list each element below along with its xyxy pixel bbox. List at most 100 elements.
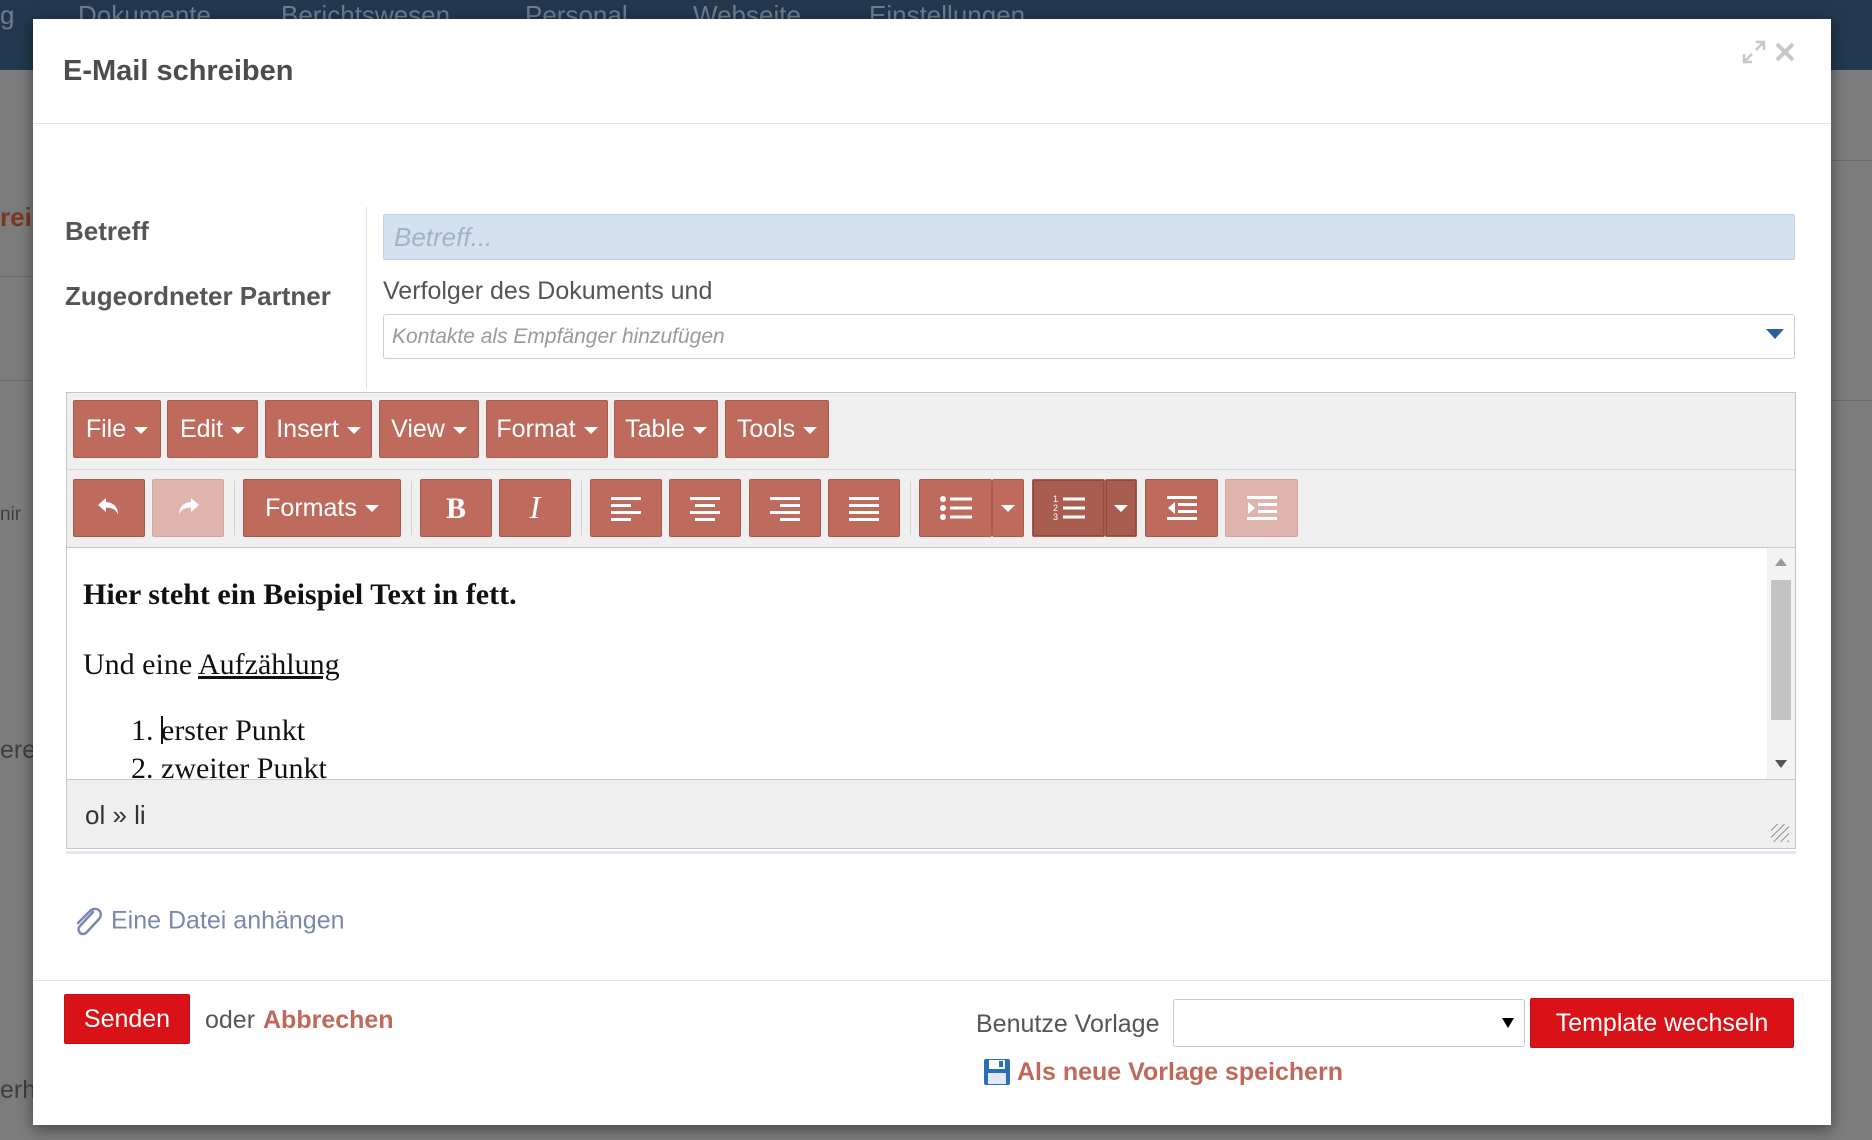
editor-statusbar: ol » li	[67, 779, 1795, 848]
email-compose-modal: E-Mail schreiben Betreff Zugeordneter Pa…	[33, 19, 1831, 1125]
partner-label: Zugeordneter Partner	[65, 281, 331, 311]
menu-format-label: Format	[496, 415, 576, 443]
attach-file-link[interactable]: Eine Datei anhängen	[71, 904, 345, 940]
expand-icon[interactable]	[1741, 39, 1767, 72]
toolbar-separator	[581, 481, 582, 535]
svg-text:3: 3	[1053, 512, 1058, 522]
content-text: Und eine	[83, 648, 198, 681]
undo-button[interactable]	[73, 479, 145, 537]
bg-divider	[1831, 400, 1872, 401]
resize-handle-icon[interactable]	[1771, 824, 1789, 842]
bg-text: nir	[0, 504, 22, 525]
toolbar-separator	[910, 481, 911, 535]
scroll-up-icon[interactable]	[1775, 558, 1787, 566]
bg-divider	[0, 380, 33, 381]
scrollbar-thumb[interactable]	[1771, 580, 1791, 720]
caret-down-icon	[364, 504, 379, 512]
modal-header: E-Mail schreiben	[33, 19, 1831, 124]
menu-insert[interactable]: Insert	[265, 400, 372, 458]
bg-text: erh	[0, 1076, 37, 1104]
close-icon[interactable]	[1773, 39, 1797, 72]
align-center-icon	[690, 497, 720, 521]
align-right-button[interactable]	[749, 479, 821, 537]
menu-view[interactable]: View	[379, 400, 479, 458]
menu-edit-label: Edit	[179, 415, 224, 443]
toolbar-separator	[234, 481, 235, 535]
or-text: oder	[205, 1006, 256, 1034]
editor-scrollbar[interactable]	[1767, 548, 1795, 780]
chevron-down-icon	[1766, 329, 1784, 339]
list-item: 1. erster Punkt	[131, 714, 305, 748]
rich-text-editor: File Edit Insert View Format Table Tools…	[66, 392, 1796, 849]
subject-input[interactable]	[383, 214, 1795, 260]
template-label: Benutze Vorlage	[976, 1010, 1160, 1038]
align-center-button[interactable]	[669, 479, 741, 537]
bullet-list-button[interactable]	[919, 479, 992, 537]
indent-button[interactable]	[1225, 479, 1298, 537]
list-number: 2.	[131, 752, 154, 780]
align-justify-button[interactable]	[828, 479, 900, 537]
menu-file[interactable]: File	[73, 400, 161, 458]
floppy-disk-icon	[984, 1059, 1010, 1085]
nav-item-partial: g	[0, 0, 15, 30]
menu-insert-label: Insert	[276, 415, 339, 443]
menu-view-label: View	[391, 415, 445, 443]
outdent-button[interactable]	[1145, 479, 1218, 537]
italic-icon: I	[529, 493, 542, 523]
dropdown-arrow-icon	[1502, 1018, 1514, 1028]
menu-tools[interactable]: Tools	[725, 400, 829, 458]
element-path[interactable]: ol » li	[85, 800, 146, 831]
align-right-icon	[770, 497, 800, 521]
content-paragraph: Und eine Aufzählung	[83, 648, 340, 682]
menu-table-label: Table	[625, 415, 685, 443]
caret-down-icon	[803, 426, 818, 434]
formats-dropdown[interactable]: Formats	[243, 479, 401, 537]
menu-tools-label: Tools	[736, 415, 796, 443]
editor-bottom-border	[66, 851, 1796, 854]
subject-label: Betreff	[65, 216, 149, 246]
editor-toolbar: Formats B I 1 2 3	[67, 469, 1795, 547]
cancel-link[interactable]: Abbrechen	[263, 1006, 394, 1035]
align-left-button[interactable]	[590, 479, 662, 537]
contacts-select[interactable]: Kontakte als Empfänger hinzufügen	[383, 314, 1795, 359]
menu-table[interactable]: Table	[614, 400, 718, 458]
bullet-list-options-button[interactable]	[992, 479, 1024, 537]
align-justify-icon	[849, 497, 879, 521]
numbered-list-icon: 123	[1053, 494, 1085, 522]
scroll-down-icon[interactable]	[1775, 760, 1787, 768]
outdent-icon	[1166, 496, 1197, 520]
menu-format[interactable]: Format	[486, 400, 608, 458]
formats-label: Formats	[265, 493, 357, 522]
caret-down-icon	[231, 426, 246, 434]
list-item-text: erster Punkt	[161, 714, 306, 747]
redo-icon	[179, 498, 199, 515]
bold-icon: B	[446, 493, 466, 523]
switch-template-button[interactable]: Template wechseln	[1530, 998, 1794, 1048]
caret-down-icon	[583, 426, 598, 434]
redo-button[interactable]	[152, 479, 224, 537]
list-item: 2. zweiter Punkt	[131, 752, 327, 780]
save-as-template-label: Als neue Vorlage speichern	[1017, 1058, 1344, 1086]
bold-button[interactable]: B	[420, 479, 492, 537]
numbered-list-button[interactable]: 123	[1032, 479, 1105, 537]
bullet-list-icon	[939, 496, 972, 520]
paperclip-icon	[76, 907, 103, 936]
caret-down-icon	[134, 426, 149, 434]
send-button[interactable]: Senden	[64, 994, 190, 1044]
numbered-list-options-button[interactable]	[1105, 479, 1137, 537]
caret-down-icon	[692, 426, 707, 434]
editor-content-area[interactable]: Hier steht ein Beispiel Text in fett. Un…	[67, 547, 1795, 780]
template-select[interactable]	[1173, 999, 1525, 1047]
partner-followers-text: Verfolger des Dokuments und	[383, 277, 713, 305]
caret-down-icon	[1114, 504, 1128, 512]
editor-menubar: File Edit Insert View Format Table Tools	[67, 393, 1795, 470]
italic-button[interactable]: I	[499, 479, 571, 537]
svg-text:B: B	[446, 493, 466, 523]
menu-file-label: File	[85, 415, 127, 443]
save-as-template-link[interactable]: Als neue Vorlage speichern	[983, 1058, 1343, 1087]
bg-text: rei	[0, 202, 32, 232]
attach-file-label: Eine Datei anhängen	[111, 906, 345, 935]
menu-edit[interactable]: Edit	[167, 400, 258, 458]
contacts-placeholder: Kontakte als Empfänger hinzufügen	[392, 325, 725, 348]
content-underlined-text: Aufzählung	[197, 648, 340, 681]
